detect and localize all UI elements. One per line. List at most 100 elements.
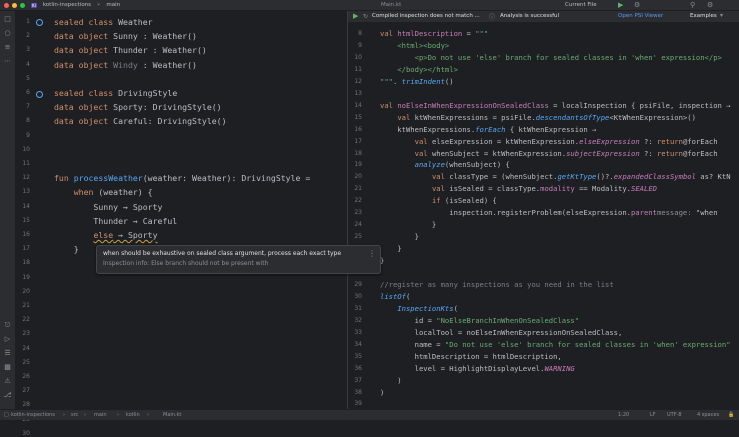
code-line[interactable]: localTool = noElseInWhenExpressionOnSeal… [380, 328, 623, 337]
chevron-down-icon[interactable]: ▾ [720, 12, 723, 19]
code-token: data object [54, 31, 114, 42]
code-line[interactable]: Thunder → Careful [54, 216, 177, 226]
branch-selector[interactable]: main [106, 2, 120, 8]
code-line[interactable]: id = "NoElseBranchInWhenOnSealedClass" [380, 316, 579, 325]
code-line[interactable]: </body></html> [380, 65, 458, 74]
code-line[interactable]: sealed class Weather [54, 17, 153, 27]
code-line[interactable]: sealed class DrivingStyle [54, 88, 177, 98]
run-tool-icon[interactable]: ▷ [3, 335, 12, 344]
refresh-icon[interactable]: ↻ [363, 13, 368, 20]
project-tool-icon[interactable]: □ [3, 15, 12, 24]
services-tool-icon[interactable]: ⎋ [3, 321, 12, 330]
inspection-toolbar: ▶ ↻ Compiled inspection does not match .… [348, 11, 739, 22]
code-line[interactable]: val htmlDescription = """ [380, 29, 488, 38]
code-line[interactable]: } [380, 232, 419, 241]
code-line[interactable]: val classType = (whenSubject.getKtType()… [380, 172, 731, 181]
code-token: """ [475, 29, 489, 38]
line-number: 13 [354, 89, 362, 97]
breadcrumb-item[interactable]: Main.kt [163, 412, 181, 418]
code-line[interactable]: <p>Do not use 'else' branch for sealed c… [380, 53, 722, 62]
project-selector[interactable]: kotlin-inspections [43, 2, 91, 8]
line-separator[interactable]: LF [650, 412, 656, 418]
git-tool-icon[interactable]: ⎇ [3, 391, 12, 400]
code-line[interactable]: data object Windy : Weather() [54, 60, 197, 70]
zoom-window-button[interactable] [20, 2, 25, 8]
open-psi-viewer-link[interactable]: Open PSI Viewer [618, 13, 663, 19]
close-window-button[interactable] [4, 2, 9, 8]
line-number: 17 [22, 245, 30, 253]
code-line[interactable]: val ktWhenExpressions = psiFile.descenda… [380, 113, 696, 122]
code-line[interactable]: <html><body> [380, 41, 449, 50]
debug-icon[interactable]: ⚙ [634, 1, 640, 9]
lock-icon[interactable]: 🔓 [728, 412, 734, 418]
code-line[interactable]: ktWhenExpressions.forEach { ktWhenExpres… [380, 125, 596, 134]
code-line[interactable]: data object Careful: DrivingStyle() [54, 116, 227, 126]
code-line[interactable]: } [54, 244, 79, 254]
run-icon[interactable]: ▶ [618, 1, 623, 9]
line-number: 18 [354, 149, 362, 157]
breadcrumb-item[interactable]: kotlin-inspections [11, 412, 55, 418]
right-editor[interactable]: 8910111213141516171819202122232425262728… [348, 11, 739, 409]
code-line[interactable]: } [380, 244, 401, 253]
left-editor[interactable]: 1 2 3 4 5 6 7 8 9 10 11 12 13 14 15 16 17 18 19 20 21 22 23 24 2… [16, 11, 346, 437]
code-line[interactable]: val whenSubject = ktWhenExpression.subje… [380, 149, 718, 158]
sealed-class-gutter-icon[interactable] [36, 19, 43, 26]
examples-dropdown[interactable]: Examples [690, 13, 717, 19]
code-line[interactable]: when (weather) { [54, 187, 153, 197]
layers-tool-icon[interactable]: ☰ [3, 349, 12, 358]
terminal-tool-icon[interactable]: ▩ [3, 363, 12, 372]
code-line[interactable]: level = HighlightDisplayLevel.WARNING [380, 364, 575, 373]
search-icon[interactable]: ⚲ [690, 1, 695, 9]
breadcrumb-item[interactable]: kotlin [126, 412, 140, 418]
file-encoding[interactable]: UTF-8 [667, 412, 682, 418]
breadcrumb-item[interactable]: src [71, 412, 78, 418]
code-token: elseExpression = ktWhenExpression. [431, 136, 580, 146]
code-line[interactable]: fun processWeather(weather: Weather): Dr… [54, 173, 310, 183]
code-line[interactable]: name = "Do not use 'else' branch for sea… [380, 340, 731, 349]
line-number: 21 [22, 302, 30, 309]
code-line[interactable]: data object Sporty: DrivingStyle() [54, 102, 222, 112]
code-line[interactable]: listOf( [380, 292, 410, 301]
code-line[interactable]: ) [380, 388, 384, 397]
code-line[interactable]: if (isSealed) { [380, 196, 497, 205]
indent-setting[interactable]: 4 spaces [697, 412, 719, 418]
code-line[interactable]: ) [380, 376, 401, 385]
settings-icon[interactable]: ⚙ [707, 1, 713, 9]
more-options-icon[interactable]: ⋮ [368, 249, 376, 258]
code-line[interactable]: } [380, 220, 436, 229]
code-line[interactable]: inspection.registerProblem(elseExpressio… [380, 208, 717, 217]
code-line[interactable]: //register as many inspections as you ne… [380, 280, 614, 289]
code-line[interactable]: analyze(whenSubject) { [380, 160, 510, 169]
code-line[interactable]: htmlDescription = htmlDescription, [380, 352, 562, 361]
code-line[interactable]: else → Sporty [54, 230, 157, 240]
code-line[interactable]: InspectionKts( [380, 304, 458, 313]
code-line[interactable]: data object Thunder : Weather() [54, 45, 207, 55]
code-token: if [431, 196, 445, 206]
run-config-selector[interactable]: Current File [565, 2, 597, 8]
code-token: @forEach [682, 148, 718, 158]
code-line[interactable]: Sunny → Sporty [54, 202, 162, 212]
sealed-class-gutter-icon[interactable] [36, 91, 43, 98]
breadcrumb-item[interactable]: main [94, 412, 107, 418]
code-line[interactable]: val elseExpression = ktWhenExpression.el… [380, 137, 718, 146]
cursor-position[interactable]: 1:20 [618, 412, 629, 418]
problems-tool-icon[interactable]: ⚠ [3, 377, 12, 386]
line-number: 26 [22, 373, 30, 380]
code-line[interactable]: data object Sunny : Weather() [54, 31, 197, 41]
structure-tool-icon[interactable]: ≡ [3, 43, 12, 52]
code-line[interactable]: val noElseInWhenExpressionOnSealedClass … [380, 101, 731, 110]
code-line[interactable]: val isSealed = classType.modality == Mod… [380, 184, 657, 193]
compile-warning-notice[interactable]: Compiled inspection does not match ... [372, 13, 480, 19]
line-number: 10 [354, 53, 362, 61]
commit-tool-icon[interactable]: ○ [3, 29, 12, 38]
code-line[interactable]: """. trimIndent() [380, 77, 454, 86]
more-tools-icon[interactable]: ⋯ [3, 57, 12, 66]
code-token: val [380, 100, 398, 110]
code-token: Thunder → Careful [54, 215, 178, 226]
center-file-label[interactable]: Main.kt [381, 2, 401, 8]
line-number: 11 [354, 65, 362, 73]
minimize-window-button[interactable] [12, 2, 17, 8]
run-inspection-icon[interactable]: ▶ [353, 12, 358, 20]
